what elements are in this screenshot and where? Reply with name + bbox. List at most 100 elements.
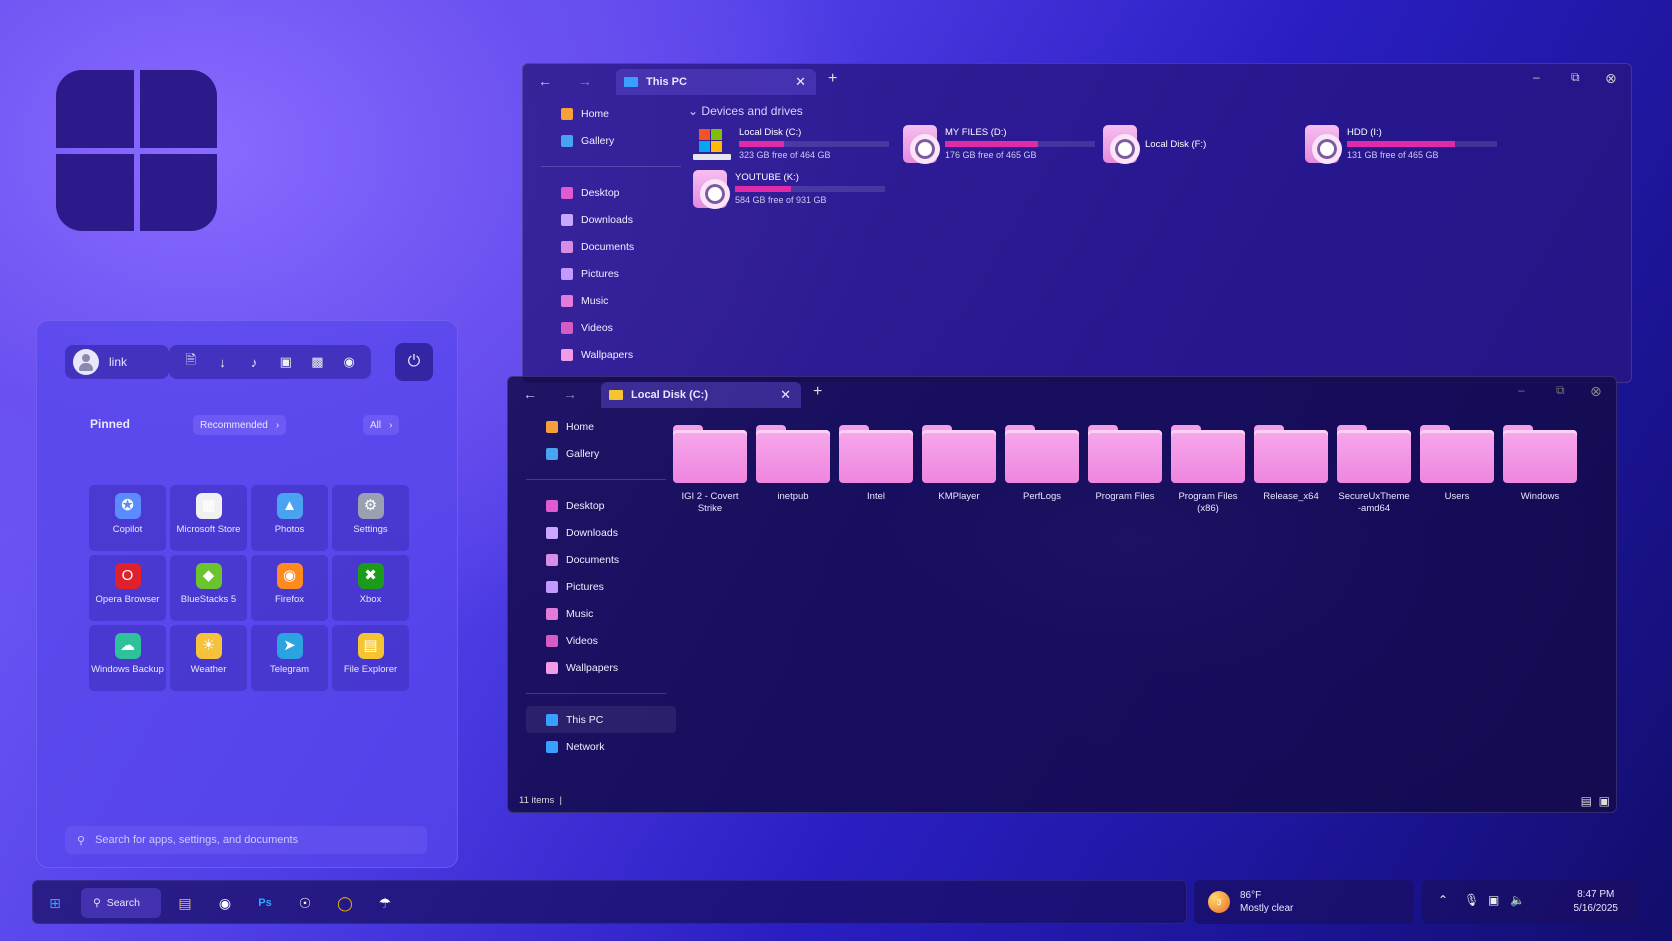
- pinned-app-settings[interactable]: ⚙ Settings: [332, 485, 409, 551]
- pinned-app-photos[interactable]: ▲ Photos: [251, 485, 328, 551]
- pinned-app-microsoft-store[interactable]: ▦ Microsoft Store: [170, 485, 247, 551]
- drive-usage-bar: [739, 141, 889, 147]
- start-windows-icon[interactable]: ⊞: [43, 891, 67, 915]
- music-icon[interactable]: ♪: [244, 355, 264, 370]
- pinned-app-xbox[interactable]: ✖ Xbox: [332, 555, 409, 621]
- back-arrow-icon[interactable]: ←: [518, 383, 542, 405]
- umbrella-app-icon[interactable]: ☂: [373, 891, 397, 915]
- folder-item[interactable]: Program Files (x86): [1171, 425, 1245, 515]
- minimize-icon[interactable]: –: [1518, 383, 1525, 397]
- backup-icon: ☁: [114, 633, 141, 659]
- g-app-icon[interactable]: ◉: [213, 891, 237, 915]
- power-button[interactable]: ⏻: [395, 343, 433, 381]
- pinned-app-file-explorer[interactable]: ▤ File Explorer: [332, 625, 409, 691]
- drive-name: YOUTUBE (K:): [735, 172, 799, 183]
- sidebar-item-pictures[interactable]: Pictures: [541, 260, 691, 287]
- sidebar-item-home[interactable]: Home: [526, 413, 676, 440]
- download-icon[interactable]: ↓: [212, 355, 232, 370]
- folder-item[interactable]: Users: [1420, 425, 1494, 515]
- new-tab-icon[interactable]: +: [813, 383, 822, 401]
- sidebar-item-gallery[interactable]: Gallery: [526, 440, 676, 467]
- new-tab-icon[interactable]: +: [828, 70, 837, 88]
- sidebar-item-music[interactable]: Music: [526, 600, 676, 627]
- tab-local-disk-c[interactable]: Local Disk (C:) ✕: [601, 382, 801, 408]
- details-view-icon[interactable]: ▤: [1581, 794, 1592, 808]
- close-tab-icon[interactable]: ✕: [780, 387, 791, 403]
- sidebar-item-documents[interactable]: Documents: [541, 233, 691, 260]
- drive-usage-fill: [739, 141, 784, 147]
- sidebar-item-this-pc[interactable]: This PC: [526, 706, 676, 733]
- drive-item[interactable]: YOUTUBE (K:) 584 GB free of 931 GB: [693, 167, 893, 211]
- sidebar-item-downloads[interactable]: Downloads: [526, 519, 676, 546]
- sidebar-item-videos[interactable]: Videos: [526, 627, 676, 654]
- chevron-up-icon[interactable]: ⌃: [1438, 893, 1448, 907]
- sidebar-item-desktop[interactable]: Desktop: [541, 179, 691, 206]
- video-icon[interactable]: ▩: [307, 354, 327, 370]
- folder-item[interactable]: inetpub: [756, 425, 830, 515]
- pinned-app-firefox[interactable]: ◉ Firefox: [251, 555, 328, 621]
- volume-icon[interactable]: 🔈: [1510, 893, 1525, 907]
- folder-item[interactable]: Windows: [1503, 425, 1577, 515]
- drive-item[interactable]: HDD (I:) 131 GB free of 465 GB: [1305, 122, 1505, 166]
- document-icon[interactable]: 🗎: [181, 351, 201, 373]
- start-search-input[interactable]: ⚲ Search for apps, settings, and documen…: [65, 826, 427, 854]
- sidebar-item-music[interactable]: Music: [541, 287, 691, 314]
- maximize-icon[interactable]: ⧉: [1571, 70, 1580, 85]
- taskbar-search-button[interactable]: ⚲ Search: [81, 888, 161, 918]
- all-apps-button[interactable]: All ›: [363, 415, 400, 435]
- tiles-view-icon[interactable]: ▣: [1599, 794, 1610, 808]
- user-account-button[interactable]: link: [65, 345, 169, 379]
- folder-item[interactable]: IGI 2 - Covert Strike: [673, 425, 747, 515]
- app-label: Windows Backup: [91, 664, 164, 675]
- pinned-app-opera-browser[interactable]: O Opera Browser: [89, 555, 166, 621]
- close-window-icon[interactable]: ⊗: [1590, 383, 1602, 400]
- image-icon[interactable]: ▣: [276, 354, 296, 370]
- weather-widget[interactable]: 3 86°F Mostly clear: [1194, 880, 1414, 924]
- pinned-apps-grid: ✪ Copilot ▦ Microsoft Store ▲ Photos ⚙ Settings…: [89, 485, 413, 691]
- sidebar-item-pictures[interactable]: Pictures: [526, 573, 676, 600]
- drive-item[interactable]: Local Disk (C:) 323 GB free of 464 GB: [693, 122, 893, 166]
- sidebar-item-videos[interactable]: Videos: [541, 314, 691, 341]
- folder-item[interactable]: PerfLogs: [1005, 425, 1079, 515]
- close-window-icon[interactable]: ⊗: [1605, 70, 1617, 87]
- close-tab-icon[interactable]: ✕: [795, 74, 806, 90]
- sidebar-item-gallery[interactable]: Gallery: [541, 127, 691, 154]
- sidebar-item-desktop[interactable]: Desktop: [526, 492, 676, 519]
- folder-item[interactable]: Program Files: [1088, 425, 1162, 515]
- pinned-app-windows-backup[interactable]: ☁ Windows Backup: [89, 625, 166, 691]
- folder-item[interactable]: Intel: [839, 425, 913, 515]
- folder-item[interactable]: Release_x64: [1254, 425, 1328, 515]
- minimize-icon[interactable]: –: [1533, 70, 1540, 84]
- drive-item[interactable]: Local Disk (F:): [1103, 122, 1303, 166]
- windows-logo: [56, 70, 217, 231]
- forward-arrow-icon[interactable]: →: [573, 70, 597, 92]
- steam-like-icon[interactable]: ☉: [293, 891, 317, 915]
- network-status-icon[interactable]: ▣: [1488, 893, 1499, 907]
- tab-this-pc[interactable]: This PC ✕: [616, 69, 816, 95]
- forward-arrow-icon[interactable]: →: [558, 383, 582, 405]
- sidebar-item-network[interactable]: Network: [526, 733, 676, 760]
- sidebar-item-downloads[interactable]: Downloads: [541, 206, 691, 233]
- maximize-icon[interactable]: ⧉: [1556, 383, 1565, 398]
- drive-item[interactable]: MY FILES (D:) 176 GB free of 465 GB: [903, 122, 1103, 166]
- back-arrow-icon[interactable]: ←: [533, 70, 557, 92]
- file-explorer-icon[interactable]: ▤: [173, 891, 197, 915]
- chrome-icon[interactable]: ◯: [333, 891, 357, 915]
- microphone-icon[interactable]: 🎙: [1464, 893, 1479, 907]
- pinned-app-bluestacks-5[interactable]: ◆ BlueStacks 5: [170, 555, 247, 621]
- sidebar-item-wallpapers[interactable]: Wallpapers: [526, 654, 676, 681]
- pinned-app-weather[interactable]: ☀ Weather: [170, 625, 247, 691]
- devices-section-header[interactable]: ⌄ Devices and drives: [688, 104, 803, 118]
- clock[interactable]: 8:47 PM 5/16/2025: [1574, 888, 1619, 916]
- sidebar-item-wallpapers[interactable]: Wallpapers: [541, 341, 691, 368]
- sidebar-item-home[interactable]: Home: [541, 100, 691, 127]
- recommended-button[interactable]: Recommended ›: [193, 415, 287, 435]
- weather-temp: 86°F: [1240, 890, 1262, 901]
- pinned-app-copilot[interactable]: ✪ Copilot: [89, 485, 166, 551]
- folder-item[interactable]: SecureUxTheme -amd64: [1337, 425, 1411, 515]
- folder-item[interactable]: KMPlayer: [922, 425, 996, 515]
- pinned-app-telegram[interactable]: ➤ Telegram: [251, 625, 328, 691]
- photoshop-icon[interactable]: Ps: [253, 891, 277, 915]
- network-icon[interactable]: ◉: [339, 354, 359, 370]
- sidebar-item-documents[interactable]: Documents: [526, 546, 676, 573]
